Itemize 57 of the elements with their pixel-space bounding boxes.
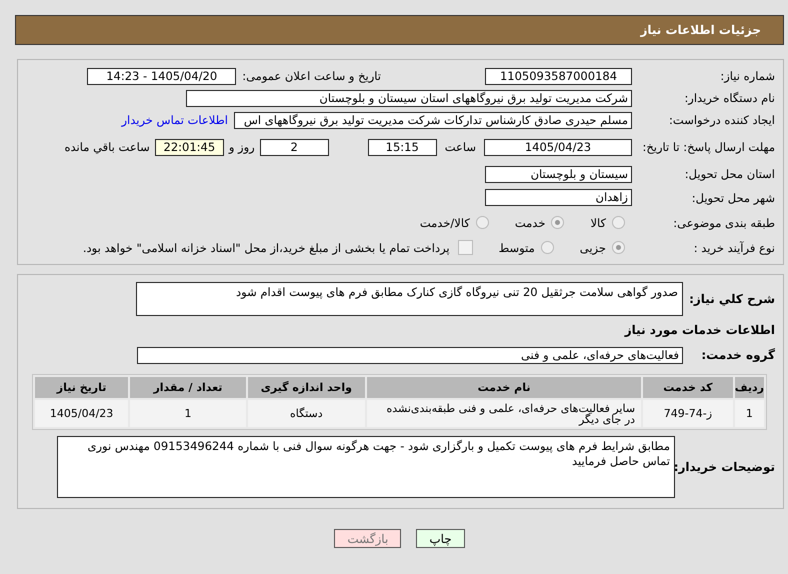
column-header: واحد اندازه گیری [248,377,365,398]
page-title-bar: جزئیات اطلاعات نیاز [15,15,784,45]
column-header: کد خدمت [643,377,733,398]
table-cell: ز-74-749 [643,400,733,427]
service-group-field: فعالیت‌های حرفه‌ای، علمی و فنی [137,346,683,364]
radio-label: خدمت [514,216,546,230]
radio-button[interactable] [476,216,489,229]
deadline-date-field: 1405/04/23 [484,138,632,156]
field-label: استان محل تحویل: [684,167,775,181]
table-cell: سایر فعالیت‌های حرفه‌ای، علمی و فنی طبقه‌بندی‌نشده در جای دیگر [366,400,642,427]
field-label: نوع فرآیند خرید : [692,240,775,254]
radio-button[interactable] [540,241,554,254]
field-label: طبقه بندی موضوعی: [672,216,775,230]
field-label: گروه خدمت: [700,348,775,362]
deadline-time-field: 15:15 [368,138,437,156]
field-label: نام دستگاه خریدار: [683,91,775,105]
print-button[interactable]: چاپ [416,529,465,548]
field-label: شرح کلي نیاز: [688,292,775,306]
field-label: شهر محل تحویل: [690,190,775,204]
table-cell: 1 [130,400,246,427]
checkbox-label: پرداخت تمام یا بخشی از مبلغ خرید،از محل "اسناد خزانه اسلامی" خواهد بود. [82,240,450,254]
field-label: ایجاد کننده درخواست: [668,113,775,127]
section-title: اطلاعات خدمات مورد نیاز [623,323,775,337]
field-label: تاریخ و ساعت اعلان عمومی: [242,69,381,83]
radio-button[interactable] [612,216,625,229]
field-label: توضیحات خریدار: [675,460,775,474]
column-header: نام خدمت [366,377,642,398]
days-field: 2 [260,138,329,156]
checkbox[interactable] [458,240,473,255]
table-cell: دستگاه [248,400,365,427]
column-header: ردیف [734,377,764,398]
radio-label: متوسط [498,240,535,254]
field-label: ساعت باقي مانده [64,140,150,154]
radio-label: جزیی [580,240,606,254]
table-cell: 1405/04/23 [35,400,128,427]
field-label: شماره نیاز: [719,69,775,83]
need-number-field: 1105093587000184 [485,68,632,84]
field-label: مهلت ارسال پاسخ: تا تاریخ: [641,140,775,154]
description-box: صدور گواهی سلامت جرثقیل 20 تنی نیروگاه گازی کنارک مطابق فرم های پیوست اقدام شود [136,282,683,316]
radio-button[interactable] [551,216,564,229]
radio-button[interactable] [612,241,625,254]
buyer-field: شرکت مدیریت تولید برق نیروگاههای استان سیستان و بلوچستان [186,90,632,106]
announce-date-field: 1405/04/20 - 14:23 [87,68,236,84]
city-field: زاهدان [485,189,632,206]
creator-field: مسلم حیدری صادق کارشناس تدارکات شرکت مدیریت تولید برق نیروگاههای اس [234,112,632,128]
buyer-contact-link[interactable]: اطلاعات تماس خریدار [121,113,228,127]
remaining-time-field: 22:01:45 [154,138,224,156]
back-button[interactable]: بازگشت [334,529,402,548]
column-header: تعداد / مقدار [130,377,246,398]
field-label: روز و [228,140,255,154]
field-label: ساعت [444,140,476,154]
table-cell: 1 [734,400,764,427]
radio-label: کالا [590,216,606,230]
province-field: سیستان و بلوچستان [485,166,632,182]
buyer-notes-box: مطابق شرایط فرم های پیوست تکمیل و بارگزاری شود - جهت هرگونه سوال فنی با شماره 09153496244 مهندس نوری تماس حاصل فرمایید [57,436,675,498]
column-header: تاریخ نیاز [35,377,128,398]
radio-label: کالا/خدمت [420,216,470,230]
